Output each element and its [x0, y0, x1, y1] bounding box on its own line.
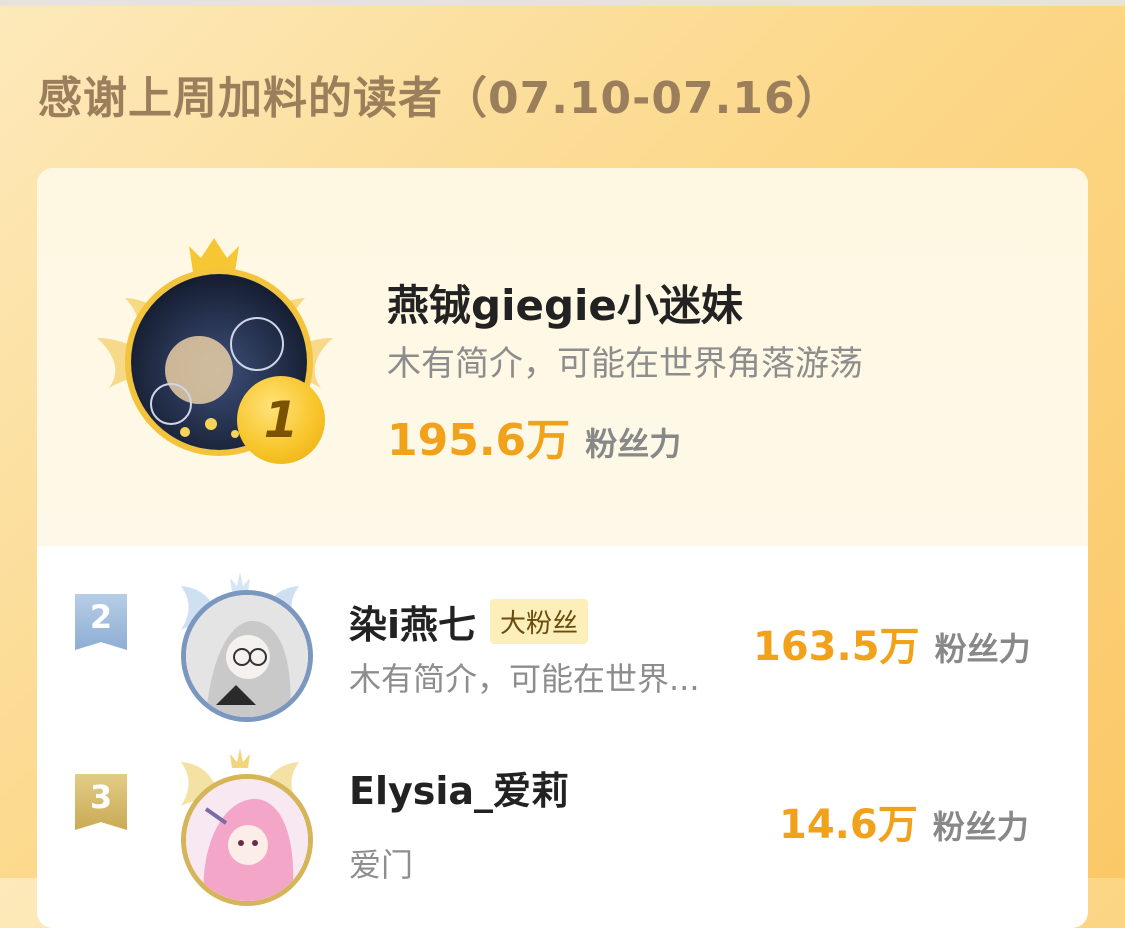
fan-power-label: 粉丝力 [934, 630, 1031, 668]
page-title: 感谢上周加料的读者（07.10-07.16） [38, 73, 841, 124]
list-item[interactable]: 3 Elysia_爱莉 爱门 14.6万 粉丝力 [37, 736, 1088, 928]
fan-power: 163.5万 粉丝力 [753, 614, 1031, 672]
reader-bio: 爱门 [349, 846, 414, 884]
avatar[interactable] [181, 774, 313, 906]
reader-name-row: 染i燕七 大粉丝 [349, 594, 589, 649]
fan-power-value: 195.6万 [387, 415, 571, 466]
list-item[interactable]: 2 染i燕七 大粉丝 木有简介，可能在世界... 163.5万 粉丝力 [37, 546, 1088, 726]
reader-name[interactable]: 燕铖giegie小迷妹 [387, 272, 743, 333]
fan-power: 195.6万 粉丝力 [387, 404, 681, 468]
avatar[interactable] [181, 590, 313, 722]
ranking-card: 1 燕铖giegie小迷妹 木有简介，可能在世界角落游荡 195.6万 粉丝力 … [37, 168, 1088, 928]
rank-flag: 3 [75, 774, 127, 830]
rank-flag: 2 [75, 594, 127, 650]
top-reader-section[interactable]: 1 燕铖giegie小迷妹 木有简介，可能在世界角落游荡 195.6万 粉丝力 [37, 168, 1088, 546]
top-divider [0, 0, 1125, 6]
fan-power-value: 163.5万 [753, 624, 920, 670]
status-badge: 大粉丝 [490, 599, 589, 644]
fan-power-label: 粉丝力 [932, 808, 1029, 846]
fan-power: 14.6万 粉丝力 [779, 792, 1029, 850]
fan-power-label: 粉丝力 [585, 425, 682, 463]
reader-bio: 木有简介，可能在世界角落游荡 [387, 344, 863, 384]
reader-name[interactable]: 染i燕七 [349, 594, 476, 649]
reader-name-row: Elysia_爱莉 [349, 760, 569, 815]
fan-power-value: 14.6万 [779, 802, 918, 848]
reader-bio: 木有简介，可能在世界... [349, 660, 700, 698]
reader-name[interactable]: Elysia_爱莉 [349, 760, 569, 815]
rank-badge: 1 [237, 376, 325, 464]
